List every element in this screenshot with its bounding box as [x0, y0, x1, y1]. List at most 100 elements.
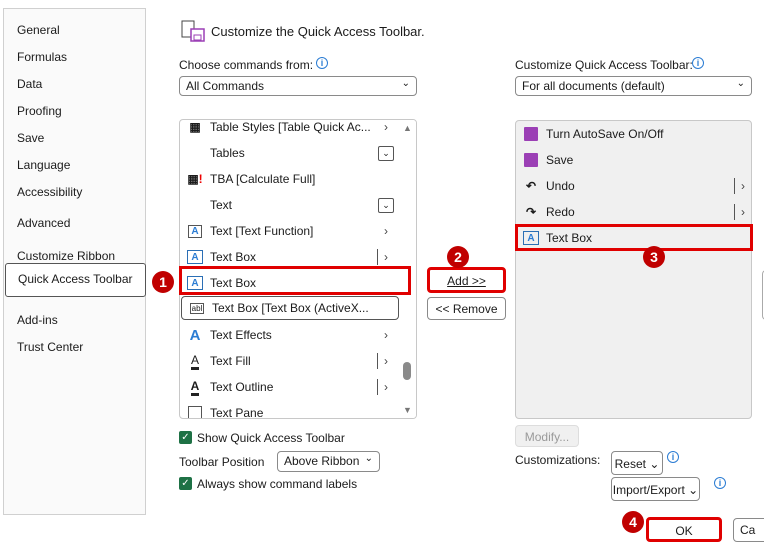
add-button[interactable]: Add >> — [427, 267, 506, 293]
list-item[interactable]: Text ⌄ — [180, 192, 416, 218]
list-item-label: Text Box — [210, 250, 257, 264]
sidebar-item-advanced[interactable]: Advanced — [17, 216, 70, 230]
ok-button[interactable]: OK — [646, 517, 722, 542]
text-box-icon: A — [187, 250, 203, 264]
save-icon — [522, 125, 540, 143]
list-item[interactable]: ↷ Redo › — [516, 199, 751, 225]
customize-qat-label: Customize Quick Access Toolbar: — [515, 58, 693, 72]
expand-icon[interactable]: ⌄ — [378, 197, 394, 213]
always-labels-label: Always show command labels — [197, 477, 358, 491]
import-export-button[interactable]: Import/Export ⌄ — [611, 477, 700, 501]
list-item-label: Text Pane — [210, 406, 264, 419]
text-outline-icon: A — [186, 378, 204, 396]
redo-icon: ↷ — [525, 205, 537, 219]
split-divider — [377, 379, 378, 395]
chevron-right-icon[interactable]: › — [384, 328, 388, 342]
list-item[interactable]: A Text Fill › — [180, 348, 416, 374]
list-item[interactable]: Text Pane — [180, 400, 416, 419]
sidebar-item-accessibility[interactable]: Accessibility — [17, 185, 82, 199]
sidebar-item-customize-ribbon[interactable]: Customize Ribbon — [17, 249, 115, 263]
sidebar-item-proofing[interactable]: Proofing — [17, 104, 62, 118]
list-item[interactable]: ▦ Table Styles [Table Quick Ac... › — [180, 120, 416, 140]
list-item-label: Text [Text Function] — [210, 224, 314, 238]
dropdown-value: For all documents (default) — [522, 79, 665, 93]
list-item[interactable]: A Text Effects › — [180, 322, 416, 348]
list-item[interactable]: Save — [516, 147, 751, 173]
remove-button[interactable]: << Remove — [427, 297, 506, 320]
sidebar-item-formulas[interactable]: Formulas — [17, 50, 67, 64]
sidebar-item-trust-center[interactable]: Trust Center — [17, 340, 83, 354]
highlight-box-qat-text-box — [515, 224, 753, 251]
list-item[interactable]: A Text Outline › — [180, 374, 416, 400]
list-item-label: Text Fill — [210, 354, 251, 368]
options-sidebar: General Formulas Data Proofing Save Language A… — [3, 8, 146, 515]
modify-label: Modify... — [524, 430, 570, 444]
sidebar-item-add-ins[interactable]: Add-ins — [17, 313, 58, 327]
step-badge-4: 4 — [622, 511, 644, 533]
highlight-box-text-box — [179, 266, 411, 295]
page-title: Customize the Quick Access Toolbar. — [211, 24, 425, 39]
step-badge-2: 2 — [447, 246, 469, 268]
always-labels-checkbox[interactable]: ✓ — [179, 477, 192, 490]
sidebar-item-save[interactable]: Save — [17, 131, 44, 145]
chevron-right-icon[interactable]: › — [741, 179, 745, 193]
list-item-label: TBA [Calculate Full] — [210, 172, 316, 186]
blank-icon — [186, 196, 204, 214]
customizations-label: Customizations: — [515, 453, 601, 467]
remove-label: << Remove — [435, 302, 498, 316]
qat-items-list[interactable]: Turn AutoSave On/Off Save ↶ Undo › ↷ Redo › A Tex… — [515, 120, 752, 419]
split-divider — [377, 249, 378, 265]
info-icon[interactable]: i — [714, 477, 726, 489]
qat-scope-dropdown[interactable]: For all documents (default) ⌄ — [515, 76, 752, 96]
reset-button[interactable]: Reset ⌄ — [611, 451, 663, 475]
sidebar-item-quick-access-toolbar[interactable]: Quick Access Toolbar — [5, 263, 146, 297]
sidebar-item-language[interactable]: Language — [17, 158, 70, 172]
calculator-icon: ▦! — [187, 172, 203, 186]
chevron-right-icon[interactable]: › — [384, 120, 388, 134]
text-fill-icon: A — [186, 352, 204, 370]
cancel-button[interactable]: Ca — [733, 518, 764, 542]
info-icon[interactable]: i — [316, 57, 328, 69]
text-function-icon: A — [186, 222, 204, 240]
import-export-label: Import/Export — [612, 483, 685, 497]
dropdown-value: Above Ribbon — [284, 454, 360, 468]
list-item-label: Text Outline — [210, 380, 274, 394]
modify-button[interactable]: Modify... — [515, 425, 579, 447]
info-icon[interactable]: i — [667, 451, 679, 463]
list-item-label: Text — [210, 198, 233, 212]
info-icon[interactable]: i — [692, 57, 704, 69]
list-item[interactable]: Turn AutoSave On/Off — [516, 121, 751, 147]
list-item[interactable]: ▦! TBA [Calculate Full] — [180, 166, 416, 192]
chevron-right-icon[interactable]: › — [384, 354, 388, 368]
dropdown-value: All Commands — [186, 79, 265, 93]
chevron-right-icon[interactable]: › — [384, 250, 388, 264]
add-label: Add >> — [447, 274, 486, 288]
sidebar-item-data[interactable]: Data — [17, 77, 42, 91]
expand-icon[interactable]: ⌄ — [378, 145, 394, 161]
toolbar-position-label: Toolbar Position — [179, 455, 265, 469]
chevron-down-icon: ⌄ — [364, 453, 373, 464]
list-item-label: Tables — [210, 146, 245, 160]
split-divider — [377, 353, 378, 369]
list-item[interactable]: abl Text Box [Text Box (ActiveX... — [181, 296, 399, 320]
chevron-right-icon[interactable]: › — [741, 205, 745, 219]
chevron-right-icon[interactable]: › — [384, 380, 388, 394]
ok-label: OK — [675, 524, 693, 538]
choose-commands-dropdown[interactable]: All Commands ⌄ — [179, 76, 417, 96]
list-item[interactable]: A Text [Text Function] › — [180, 218, 416, 244]
chevron-right-icon[interactable]: › — [384, 224, 388, 238]
show-qat-checkbox[interactable]: ✓ — [179, 431, 192, 444]
list-item-label: Text Box [Text Box (ActiveX... — [212, 301, 369, 315]
table-styles-icon: ▦ — [189, 120, 201, 134]
text-effects-icon: A — [189, 326, 201, 344]
step-badge-1: 1 — [152, 271, 174, 293]
undo-icon: ↶ — [525, 179, 537, 193]
chevron-down-icon: ⌄ — [401, 78, 410, 89]
toolbar-position-dropdown[interactable]: Above Ribbon ⌄ — [277, 451, 380, 472]
text-pane-icon — [186, 404, 204, 418]
list-item-label: Text Effects — [210, 328, 272, 342]
sidebar-item-general[interactable]: General — [17, 23, 60, 37]
list-item[interactable]: Tables ⌄ — [180, 140, 416, 166]
blank-icon — [186, 144, 204, 162]
list-item[interactable]: ↶ Undo › — [516, 173, 751, 199]
